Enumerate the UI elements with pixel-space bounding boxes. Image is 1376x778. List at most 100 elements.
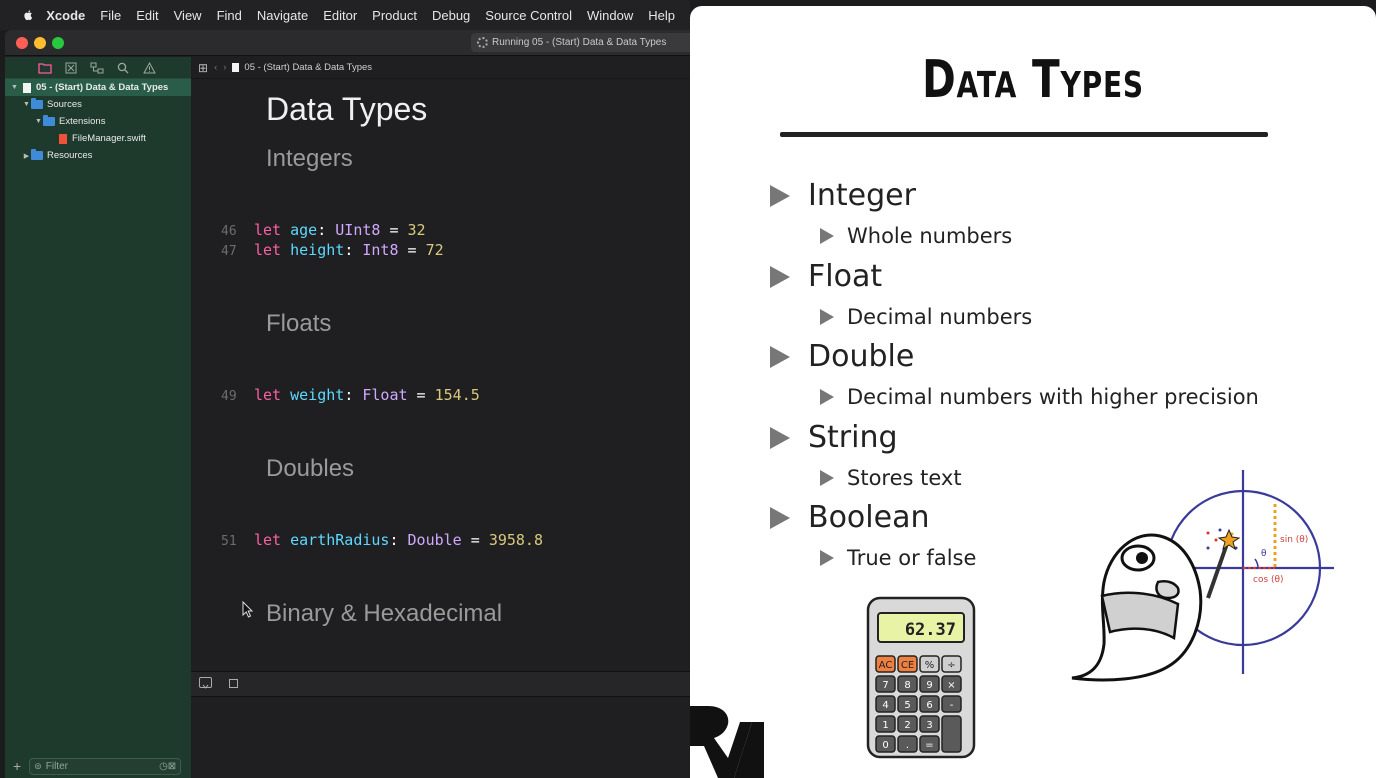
slide-title: Data Types	[922, 50, 1144, 110]
hide-debug-area-icon[interactable]	[199, 677, 212, 689]
disclosure-icon[interactable]: ▼	[10, 84, 19, 91]
minimize-button[interactable]	[34, 37, 46, 49]
tree-item-resources[interactable]: ▶ Resources	[5, 147, 191, 164]
identifier: weight	[290, 386, 345, 404]
disclosure-icon[interactable]: ▼	[34, 118, 43, 125]
menu-bar: Xcode File Edit View Find Navigate Edito…	[0, 0, 690, 30]
bullet-icon	[820, 309, 834, 325]
menu-xcode[interactable]: Xcode	[46, 8, 85, 23]
grid-icon[interactable]: ⊞	[198, 61, 208, 75]
apple-icon[interactable]	[24, 8, 33, 22]
menu-edit[interactable]: Edit	[136, 8, 158, 23]
bullet-label: String	[808, 420, 898, 455]
folder-icon	[43, 115, 55, 126]
tree-item-label: 05 - (Start) Data & Data Types	[36, 82, 169, 93]
menu-editor[interactable]: Editor	[323, 8, 357, 23]
forward-arrow-icon[interactable]: ›	[223, 62, 226, 73]
code-line[interactable]: let age: UInt8 = 32	[254, 221, 426, 239]
playground-icon	[23, 82, 31, 93]
project-navigator: ▼ 05 - (Start) Data & Data Types ▼ Sourc…	[5, 57, 191, 778]
markup-heading-floats: Floats	[266, 310, 332, 337]
menu-source-control[interactable]: Source Control	[485, 8, 572, 23]
tree-item-sources[interactable]: ▼ Sources	[5, 96, 191, 113]
type-name: Double	[407, 531, 462, 549]
bullet-string: String	[770, 420, 898, 455]
menu-debug[interactable]: Debug	[432, 8, 470, 23]
identifier: height	[290, 241, 345, 259]
bullet-icon	[770, 265, 790, 288]
folder-icon[interactable]	[37, 61, 53, 75]
line-number: 46	[221, 224, 237, 239]
menu-view[interactable]: View	[174, 8, 202, 23]
jump-bar: ⊞ ‹ › 05 - (Start) Data & Data Types	[191, 57, 690, 79]
zoom-button[interactable]	[52, 37, 64, 49]
line-number: 47	[221, 244, 237, 259]
bullet-label: Integer	[808, 178, 916, 213]
sub-bullet: Whole numbers	[820, 224, 1012, 248]
tree-item-project[interactable]: ▼ 05 - (Start) Data & Data Types	[5, 79, 191, 96]
calculator-key-label: .	[906, 740, 909, 751]
markup-heading-binary-hex: Binary & Hexadecimal	[266, 600, 503, 627]
brand-logo	[690, 706, 764, 778]
activity-status: Running 05 - (Start) Data & Data Types	[471, 33, 690, 52]
stop-icon[interactable]	[229, 679, 238, 688]
search-icon[interactable]	[115, 61, 131, 75]
number-literal: 32	[407, 221, 426, 239]
code-line[interactable]: let weight: Float = 154.5	[254, 386, 480, 404]
disclosure-icon[interactable]: ▶	[22, 152, 31, 160]
debug-area-bar	[191, 671, 690, 697]
bullet-label: Double	[808, 339, 915, 374]
title-underline	[780, 132, 1268, 137]
menu-find[interactable]: Find	[217, 8, 242, 23]
calculator-key-label: -	[950, 700, 954, 711]
breadcrumb[interactable]: 05 - (Start) Data & Data Types	[244, 62, 372, 73]
keyword: let	[254, 386, 282, 404]
tree-item-extensions[interactable]: ▼ Extensions	[5, 113, 191, 130]
number-literal: 154.5	[434, 386, 480, 404]
menu-product[interactable]: Product	[372, 8, 417, 23]
bullet-double: Double	[770, 339, 914, 374]
symbol-icon[interactable]	[89, 61, 105, 75]
markup-heading-integers: Integers	[266, 145, 353, 172]
sub-bullet: Stores text	[820, 466, 962, 490]
bullet-icon	[770, 184, 790, 207]
calculator-key-label: CE	[901, 660, 914, 671]
close-button[interactable]	[16, 37, 28, 49]
menu-file[interactable]: File	[100, 8, 121, 23]
code-line[interactable]: let earthRadius: Double = 3958.8	[254, 531, 543, 549]
tree-item-label: Sources	[47, 99, 82, 110]
back-arrow-icon[interactable]: ‹	[214, 62, 217, 73]
calculator-key-label: AC	[879, 660, 893, 671]
cos-label: cos (θ)	[1253, 575, 1284, 585]
type-name: UInt8	[335, 221, 381, 239]
bullet-boolean: Boolean	[770, 500, 929, 535]
menu-window[interactable]: Window	[587, 8, 633, 23]
menu-help[interactable]: Help	[648, 8, 675, 23]
tree-item-label: Extensions	[59, 116, 106, 127]
tree-item-filemanager[interactable]: FileManager.swift	[5, 130, 191, 147]
warning-icon[interactable]	[141, 61, 157, 75]
source-control-icon[interactable]	[63, 61, 79, 75]
menu-navigate[interactable]: Navigate	[257, 8, 308, 23]
activity-status-text: Running 05 - (Start) Data & Data Types	[492, 37, 667, 48]
bullet-icon	[770, 506, 790, 529]
keyword: let	[254, 531, 282, 549]
recent-files-icon[interactable]: ◷⊠	[159, 761, 176, 772]
calculator-key	[941, 715, 962, 753]
code-line[interactable]: let height: Int8 = 72	[254, 241, 444, 259]
type-name: Int8	[362, 241, 399, 259]
mouse-pointer-icon	[242, 601, 254, 618]
sub-bullet: Decimal numbers	[820, 305, 1032, 329]
bullet-float: Float	[770, 259, 882, 294]
identifier: earthRadius	[290, 531, 390, 549]
number-literal: 3958.8	[488, 531, 543, 549]
add-icon[interactable]: +	[13, 758, 21, 774]
calculator-key-label: 9	[926, 680, 932, 691]
navigator-filter-bar: + ⊜ Filter ◷⊠	[5, 754, 191, 778]
identifier: age	[290, 221, 318, 239]
file-tree: ▼ 05 - (Start) Data & Data Types ▼ Sourc…	[5, 79, 191, 164]
sub-bullet-label: Stores text	[847, 466, 962, 490]
disclosure-icon[interactable]: ▼	[22, 101, 31, 108]
calculator-key-label: 2	[904, 720, 910, 731]
filter-input[interactable]: ⊜ Filter ◷⊠	[29, 757, 182, 775]
